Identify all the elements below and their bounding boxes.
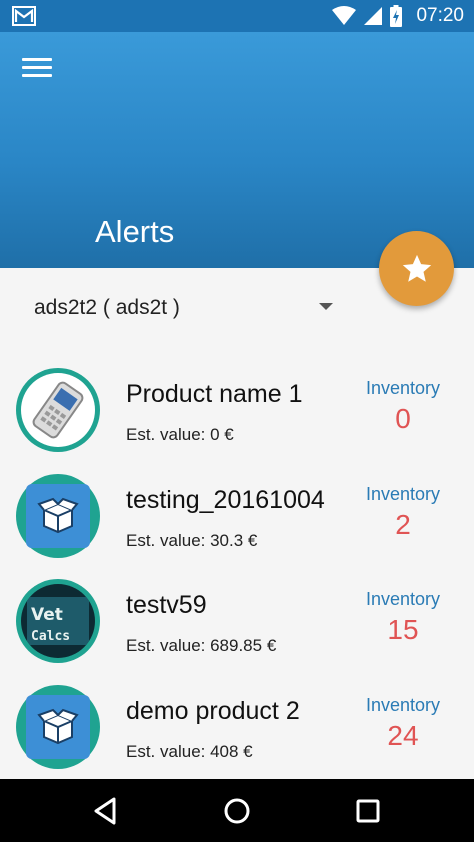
account-selector-value: ads2t2 ( ads2t )	[34, 296, 180, 319]
product-thumbnail	[16, 368, 100, 452]
product-est-value: Est. value: 0 €	[126, 425, 234, 444]
product-name: testv59	[126, 591, 207, 619]
status-icons: 07:20	[332, 0, 464, 32]
signal-icon	[364, 7, 383, 25]
home-icon[interactable]	[221, 795, 253, 827]
list-item[interactable]: testing_20161004 Est. value: 30.3 € Inve…	[0, 454, 474, 560]
list-item[interactable]: Product name 1 Est. value: 0 € Inventory…	[0, 348, 474, 454]
list-item[interactable]: Vet Calcs testv59 Est. value: 689.85 € I…	[0, 559, 474, 665]
inventory-label: Inventory	[365, 589, 441, 609]
product-thumbnail	[16, 684, 100, 769]
inventory-value: 24	[387, 719, 419, 751]
inventory-label: Inventory	[365, 483, 441, 504]
product-est-value: Est. value: 689.85 €	[126, 636, 277, 655]
inventory-label: Inventory	[365, 694, 441, 715]
product-list: Product name 1 Est. value: 0 € Inventory…	[0, 348, 474, 770]
open-box-icon	[37, 708, 79, 744]
logo-text-calcs: Calcs	[31, 629, 70, 644]
battery-charging-icon	[390, 5, 403, 27]
menu-button[interactable]	[22, 58, 52, 80]
product-est-value: Est. value: 408 €	[126, 741, 253, 761]
inventory-value: 15	[387, 614, 419, 645]
mobile-phone-image	[32, 381, 84, 439]
favorite-fab-button[interactable]	[379, 231, 454, 306]
product-name: demo product 2	[126, 696, 300, 725]
gmail-notification-icon	[12, 6, 36, 26]
dropdown-arrow-icon	[319, 303, 333, 310]
logo-text-vet: Vet	[31, 605, 63, 625]
wifi-icon	[332, 6, 357, 25]
page-title: Alerts	[95, 214, 175, 249]
star-icon	[402, 254, 431, 282]
product-est-value: Est. value: 30.3 €	[126, 530, 258, 550]
back-icon[interactable]	[90, 795, 122, 827]
status-time: 07:20	[416, 5, 464, 26]
hamburger-menu-icon	[22, 58, 52, 61]
product-thumbnail: Vet Calcs	[16, 579, 100, 663]
product-thumbnail	[16, 473, 100, 558]
product-name: Product name 1	[126, 380, 303, 408]
open-box-icon	[37, 497, 79, 533]
product-name: testing_20161004	[126, 485, 325, 514]
navigation-bar	[0, 779, 474, 842]
inventory-value: 0	[395, 403, 411, 434]
inventory-value: 2	[395, 508, 411, 540]
status-bar: 07:20	[0, 0, 474, 32]
vet-calcs-logo: Vet Calcs	[27, 597, 89, 645]
recents-icon[interactable]	[352, 795, 384, 827]
list-item[interactable]: demo product 2 Est. value: 408 € Invento…	[0, 665, 474, 771]
inventory-label: Inventory	[365, 378, 441, 398]
